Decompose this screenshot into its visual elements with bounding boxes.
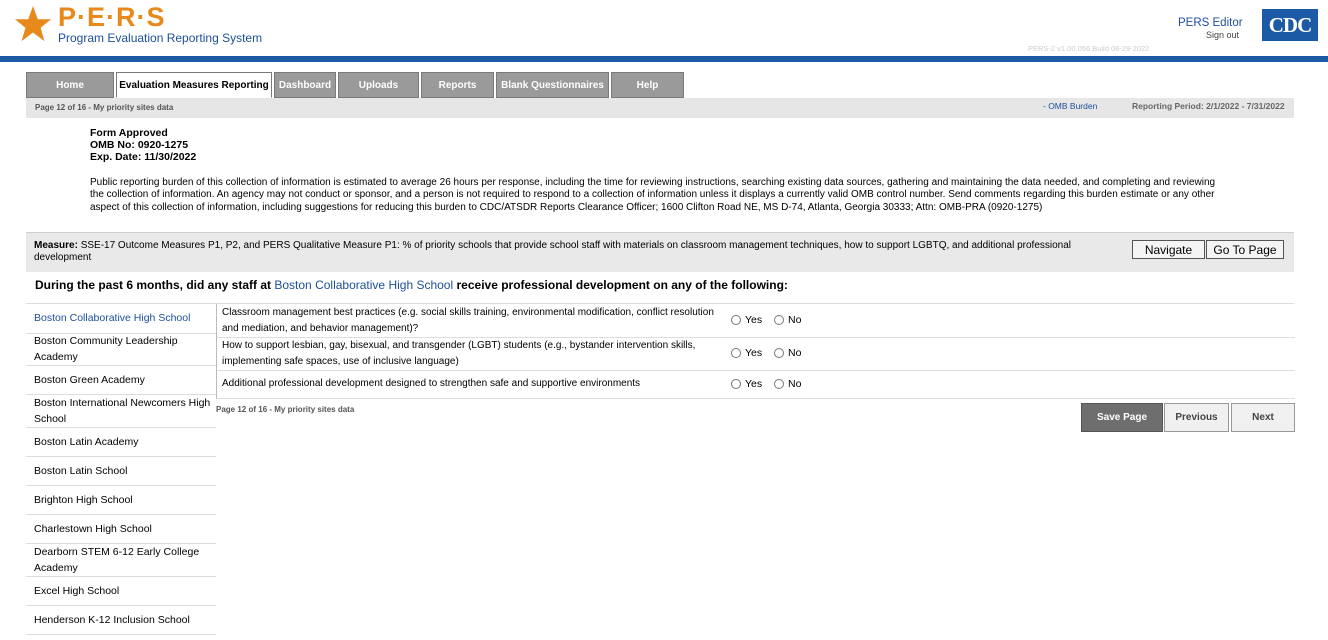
previous-button[interactable]: Previous <box>1164 403 1229 432</box>
school-item-boston-international-newcomers[interactable]: Boston International Newcomers High Scho… <box>26 394 216 428</box>
burden-statement: Public reporting burden of this collecti… <box>90 177 1216 213</box>
build-info: PERS-2 v1.00.056 Build 08-29-2022 <box>1028 44 1150 53</box>
go-to-page-button[interactable]: Go To Page <box>1206 240 1284 259</box>
school-name: Charlestown High School <box>34 523 152 535</box>
question-suffix: receive professional development on any … <box>456 278 788 292</box>
tab-evaluation-measures-reporting[interactable]: Evaluation Measures Reporting <box>116 72 272 98</box>
school-item-charlestown[interactable]: Charlestown High School <box>26 514 216 544</box>
sign-out-link[interactable]: Sign out <box>1206 30 1239 40</box>
measure-description: Measure: SSE-17 Outcome Measures P1, P2,… <box>34 240 1094 264</box>
yes-label: Yes <box>745 314 763 326</box>
question-row: Additional professional development desi… <box>217 370 1295 398</box>
no-label: No <box>788 378 802 390</box>
question-row: Classroom management best practices (e.g… <box>217 304 1295 338</box>
measure-text: SSE-17 Outcome Measures P1, P2, and PERS… <box>34 240 1072 263</box>
question-table: Classroom management best practices (e.g… <box>216 304 1295 399</box>
app-header: P·E·R·S Program Evaluation Reporting Sys… <box>0 0 1328 58</box>
question-school: Boston Collaborative High School <box>274 278 454 292</box>
header-divider <box>0 56 1328 62</box>
tab-dashboard[interactable]: Dashboard <box>274 72 336 98</box>
school-name: Excel High School <box>34 585 120 597</box>
yes-label: Yes <box>745 347 763 359</box>
school-name: Boston International Newcomers High Scho… <box>34 397 211 425</box>
school-name: Dearborn STEM 6-12 Early College Academy <box>34 546 200 574</box>
school-item-boston-green[interactable]: Boston Green Academy <box>26 365 216 395</box>
yes-radio[interactable] <box>731 379 741 389</box>
measure-label: Measure: <box>34 240 78 251</box>
star-logo-icon <box>14 5 52 42</box>
school-item-boston-community-leadership[interactable]: Boston Community Leadership Academy <box>26 333 216 366</box>
school-item-brighton[interactable]: Brighton High School <box>26 485 216 515</box>
school-name: Boston Latin School <box>34 465 128 477</box>
school-item-excel[interactable]: Excel High School <box>26 576 216 606</box>
question-header: During the past 6 months, did any staff … <box>26 271 1294 304</box>
measure-bar: Measure: SSE-17 Outcome Measures P1, P2,… <box>26 232 1294 272</box>
yes-radio[interactable] <box>731 315 741 325</box>
school-name: Boston Community Leadership Academy <box>34 335 178 363</box>
next-button[interactable]: Next <box>1231 403 1295 432</box>
reporting-period: Reporting Period: 2/1/2022 - 7/31/2022 <box>1132 101 1285 111</box>
school-name: Boston Green Academy <box>34 374 145 386</box>
tab-help[interactable]: Help <box>611 72 684 98</box>
no-radio[interactable] <box>774 379 784 389</box>
school-item-boston-collaborative[interactable]: Boston Collaborative High School <box>26 304 216 334</box>
omb-exp-date: Exp. Date: 11/30/2022 <box>90 151 197 163</box>
no-radio[interactable] <box>774 315 784 325</box>
no-label: No <box>788 347 802 359</box>
item-text: How to support lesbian, gay, bisexual, a… <box>222 340 696 367</box>
item-text: Classroom management best practices (e.g… <box>222 307 714 334</box>
form-approved-label: Form Approved <box>90 127 168 139</box>
tab-reports[interactable]: Reports <box>421 72 494 98</box>
app-logo-text: P·E·R·S <box>58 2 166 32</box>
page-indicator-bottom: Page 12 of 16 - My priority sites data <box>216 405 355 414</box>
tab-home[interactable]: Home <box>26 72 114 98</box>
user-name: PERS Editor <box>1178 17 1243 29</box>
yes-label: Yes <box>745 378 763 390</box>
school-item-dearborn-stem[interactable]: Dearborn STEM 6-12 Early College Academy <box>26 543 216 577</box>
school-item-henderson[interactable]: Henderson K-12 Inclusion School <box>26 605 216 635</box>
school-name: Henderson K-12 Inclusion School <box>34 614 190 626</box>
omb-number: OMB No: 0920-1275 <box>90 139 189 151</box>
page-indicator: Page 12 of 16 - My priority sites data <box>35 103 174 112</box>
item-text: Additional professional development desi… <box>222 378 641 389</box>
question-text: During the past 6 months, did any staff … <box>35 278 788 292</box>
question-prefix: During the past 6 months, did any staff … <box>35 278 272 292</box>
school-name: Brighton High School <box>34 494 133 506</box>
school-item-boston-latin-academy[interactable]: Boston Latin Academy <box>26 427 216 457</box>
school-name: Boston Collaborative High School <box>34 312 191 324</box>
tab-uploads[interactable]: Uploads <box>338 72 419 98</box>
app-subtitle: Program Evaluation Reporting System <box>58 31 263 45</box>
cdc-logo-icon: CDC <box>1262 9 1318 41</box>
navigate-button[interactable]: Navigate <box>1132 240 1205 259</box>
omb-info: Form Approved OMB No: 0920-1275 Exp. Dat… <box>90 127 196 163</box>
no-label: No <box>788 314 802 326</box>
yes-radio[interactable] <box>731 348 741 358</box>
school-name: Boston Latin Academy <box>34 436 139 448</box>
page-info-bar: Page 12 of 16 - My priority sites data -… <box>26 98 1294 118</box>
save-page-button[interactable]: Save Page <box>1081 403 1163 432</box>
no-radio[interactable] <box>774 348 784 358</box>
omb-burden-link[interactable]: - OMB Burden <box>1043 101 1097 111</box>
question-row: How to support lesbian, gay, bisexual, a… <box>217 337 1295 371</box>
tab-blank-questionnaires[interactable]: Blank Questionnaires <box>496 72 609 98</box>
school-item-boston-latin-school[interactable]: Boston Latin School <box>26 456 216 486</box>
